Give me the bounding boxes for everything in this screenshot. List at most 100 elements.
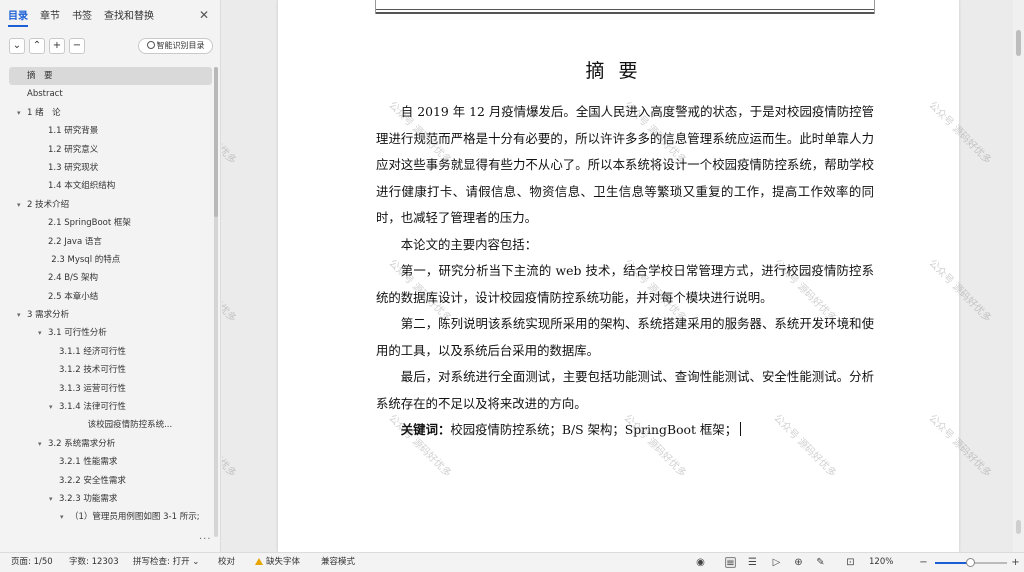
collapse-down-icon[interactable]: ⌄ xyxy=(9,38,25,54)
eye-icon[interactable]: ◉ xyxy=(695,557,706,568)
pen-icon[interactable]: ✎ xyxy=(815,557,826,568)
zoom-level[interactable]: 120% xyxy=(869,553,893,572)
toc-item-label: 摘 要 xyxy=(27,71,53,81)
expand-arrow-icon[interactable]: ▾ xyxy=(49,490,53,508)
text-cursor xyxy=(740,422,742,436)
expand-arrow-icon[interactable]: ▾ xyxy=(38,435,42,453)
toc-item[interactable]: ▾ （1）管理员用例图如图 3-1 所示; xyxy=(9,508,212,526)
toc-item[interactable]: 1.4 本文组织结构 xyxy=(9,177,212,195)
header-rule-thick xyxy=(376,12,874,14)
tab-bookmarks[interactable]: 书签 xyxy=(72,7,92,27)
toc-item[interactable]: 3.1.3 运营可行性 xyxy=(9,380,212,398)
toc-item-label: 3.1.3 运营可行性 xyxy=(59,383,126,394)
toc-item[interactable]: 2.3 Mysql 的特点 xyxy=(9,251,212,269)
page-view-icon[interactable]: ≡ xyxy=(725,557,736,569)
toc-item[interactable]: 3.1.2 技术可行性 xyxy=(9,361,212,379)
document-page[interactable]: 摘要 自 2019 年 12 月疫情爆发后。全国人民进入高度警戒的状态，于是对校… xyxy=(278,0,959,552)
missing-fonts-button[interactable]: 缺失字体 xyxy=(255,553,300,572)
toc-item[interactable]: ▾ 2 技术介绍 xyxy=(9,196,212,214)
toc-item[interactable]: 3.2.1 性能需求 xyxy=(9,453,212,471)
toc-item[interactable]: 1.2 研究意义 xyxy=(9,141,212,159)
toc-item[interactable]: ▾ 3.2.3 功能需求 xyxy=(9,490,212,508)
paragraph: 第一，研究分析当下主流的 web 技术，结合学校日常管理方式，进行校园疫情防控系… xyxy=(376,263,874,305)
toc-item[interactable]: 2.5 本章小结 xyxy=(9,288,212,306)
header-rule xyxy=(376,9,874,10)
paragraph: 本论文的主要内容包括： xyxy=(400,236,538,252)
outline-view-icon[interactable]: ☰ xyxy=(747,557,758,568)
expand-arrow-icon[interactable]: ▾ xyxy=(38,324,42,342)
page-indicator[interactable]: 页面: 1/50 xyxy=(11,553,53,572)
page-title: 摘要 xyxy=(585,60,652,82)
toc-item[interactable]: ▾ 3.1 可行性分析 xyxy=(9,324,212,342)
document-area: 摘要 自 2019 年 12 月疫情爆发后。全国人民进入高度警戒的状态，于是对校… xyxy=(222,0,1011,552)
spellcheck-toggle[interactable]: 拼写检查: 打开 ⌄ xyxy=(133,553,199,572)
status-bar: 页面: 1/50 字数: 12303 拼写检查: 打开 ⌄ 校对 缺失字体 兼容… xyxy=(0,552,1024,572)
add-heading-icon[interactable]: + xyxy=(49,38,65,54)
toc-item[interactable]: 3.1.1 经济可行性 xyxy=(9,343,212,361)
zoom-slider-knob[interactable] xyxy=(966,558,975,567)
tab-find-replace[interactable]: 查找和替换 xyxy=(104,7,154,27)
toc-item-label: 3.2.1 性能需求 xyxy=(59,457,118,468)
toc-item-label: 3.1 可行性分析 xyxy=(48,328,107,339)
toc-item-label: 2.5 本章小结 xyxy=(48,291,99,302)
zoom-out-icon[interactable]: − xyxy=(918,557,929,568)
toc-item[interactable]: ▾ 1 绪 论 xyxy=(9,104,212,122)
toc-scrollbar-thumb[interactable] xyxy=(214,67,218,217)
navigation-pane: 目录 章节 书签 查找和替换 ✕ ⌄ ⌃ + − 智能识别目录 摘 要 Abstr… xyxy=(0,0,221,552)
toc-item-label: 3.2 系统需求分析 xyxy=(48,438,116,449)
toc-item[interactable]: 3.2.2 安全性需求 xyxy=(9,472,212,490)
toc-item[interactable]: 2.4 B/S 架构 xyxy=(9,269,212,287)
expand-arrow-icon[interactable]: ▾ xyxy=(60,508,64,526)
keywords-text: 校园疫情防控系统；B/S 架构；SpringBoot 框架； xyxy=(450,422,738,437)
smart-toc-button[interactable]: 智能识别目录 xyxy=(138,38,213,54)
toc-item-label: Abstract xyxy=(27,89,63,100)
collapse-up-icon[interactable]: ⌃ xyxy=(29,38,45,54)
tab-chapters[interactable]: 章节 xyxy=(40,7,60,27)
toc-item[interactable]: 2.1 SpringBoot 框架 xyxy=(9,214,212,232)
zoom-slider[interactable] xyxy=(935,558,1007,567)
proofread-button[interactable]: 校对 xyxy=(218,553,235,572)
toc-item-label: 3 需求分析 xyxy=(27,310,70,321)
expand-arrow-icon[interactable]: ▾ xyxy=(17,104,21,122)
toc-item[interactable]: 2.2 Java 语言 xyxy=(9,233,212,251)
toc-item-label: 1.2 研究意义 xyxy=(48,144,99,155)
toc-item[interactable]: 摘 要 xyxy=(9,67,212,86)
toc-item-label: 3.1.4 法律可行性 xyxy=(59,402,126,413)
remove-heading-icon[interactable]: − xyxy=(69,38,85,54)
toc-item-label: 1.1 研究背景 xyxy=(48,126,99,137)
toc-item[interactable]: ▾ 3.2 系统需求分析 xyxy=(9,435,212,453)
missing-fonts-label: 缺失字体 xyxy=(266,557,301,567)
toc-item-label: 3.1.2 技术可行性 xyxy=(59,365,126,376)
toc-item[interactable]: ▾ 3.1.4 法律可行性 xyxy=(9,398,212,416)
expand-arrow-icon[interactable]: ▾ xyxy=(49,398,53,416)
document-scrollbar[interactable] xyxy=(1013,0,1024,552)
toc-item[interactable]: ▾ 3 需求分析 xyxy=(9,306,212,324)
more-icon[interactable]: ··· xyxy=(199,534,212,545)
toc-item[interactable]: 该校园疫情防控系统... xyxy=(9,416,212,434)
document-scrollbar-thumb[interactable] xyxy=(1016,30,1021,56)
play-icon[interactable]: ▷ xyxy=(771,557,782,568)
watermark-text: 公众号 源码好优多 xyxy=(222,413,238,480)
compat-mode-label: 兼容模式 xyxy=(321,557,356,567)
expand-arrow-icon[interactable]: ▾ xyxy=(17,306,21,324)
document-scrollbar-bottom[interactable] xyxy=(1016,520,1021,534)
smart-toc-label: 智能识别目录 xyxy=(156,41,205,50)
close-icon[interactable]: ✕ xyxy=(198,9,210,21)
zoom-in-icon[interactable]: + xyxy=(1010,557,1021,568)
watermark-text: 公众号 源码好优多 xyxy=(222,258,238,325)
toc-item-label: 1.4 本文组织结构 xyxy=(48,181,116,192)
toc-item-label: 2.2 Java 语言 xyxy=(48,236,102,247)
word-count[interactable]: 字数: 12303 xyxy=(69,553,119,572)
tab-toc[interactable]: 目录 xyxy=(8,7,28,27)
toc-item[interactable]: 1.3 研究现状 xyxy=(9,159,212,177)
globe-icon[interactable]: ⊕ xyxy=(793,557,804,568)
toc-item[interactable]: Abstract xyxy=(9,85,212,103)
toc-scrollbar[interactable] xyxy=(214,67,218,537)
toc-item[interactable]: 1.1 研究背景 xyxy=(9,122,212,140)
header-corner-right xyxy=(874,0,875,14)
expand-arrow-icon[interactable]: ▾ xyxy=(17,196,21,214)
nav-tabs: 目录 章节 书签 查找和替换 xyxy=(8,6,154,28)
abstract-body[interactable]: 自 2019 年 12 月疫情爆发后。全国人民进入高度警戒的状态，于是对校园疫情… xyxy=(376,99,874,444)
fit-page-icon[interactable]: ⊡ xyxy=(845,557,856,568)
smart-toc-icon xyxy=(146,41,155,49)
